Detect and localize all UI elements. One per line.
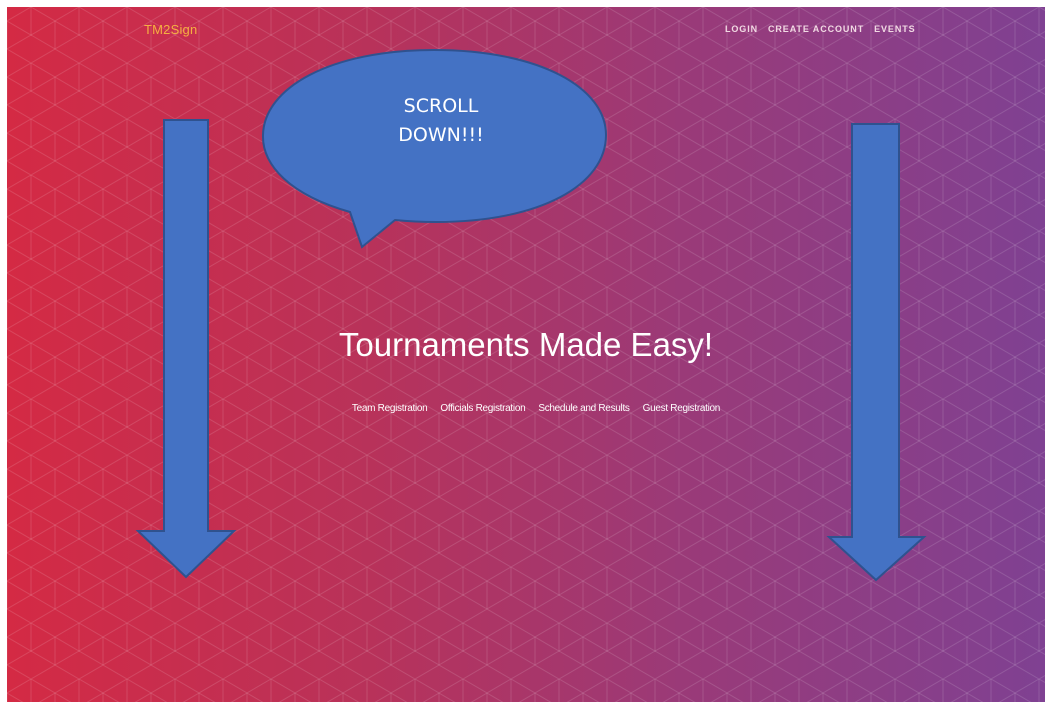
hero-links: Team Registration Officials Registration… <box>7 403 1045 414</box>
top-nav: LOGIN CREATE ACCOUNT EVENTS <box>725 24 916 34</box>
nav-events-link[interactable]: EVENTS <box>874 24 915 34</box>
nav-login-link[interactable]: LOGIN <box>725 24 758 34</box>
hero-title: Tournaments Made Easy! <box>338 326 714 363</box>
hero-section: TM2Sign LOGIN CREATE ACCOUNT EVENTS Tour… <box>7 7 1045 702</box>
callout-text: SCROLL DOWN!!! <box>398 95 484 146</box>
guest-registration-link[interactable]: Guest Registration <box>643 403 721 414</box>
brand-logo-link[interactable]: TM2Sign <box>144 22 197 37</box>
nav-create-account-link[interactable]: CREATE ACCOUNT <box>768 24 864 34</box>
team-registration-link[interactable]: Team Registration <box>352 403 428 414</box>
schedule-and-results-link[interactable]: Schedule and Results <box>538 403 630 414</box>
officials-registration-link[interactable]: Officials Registration <box>440 403 525 414</box>
